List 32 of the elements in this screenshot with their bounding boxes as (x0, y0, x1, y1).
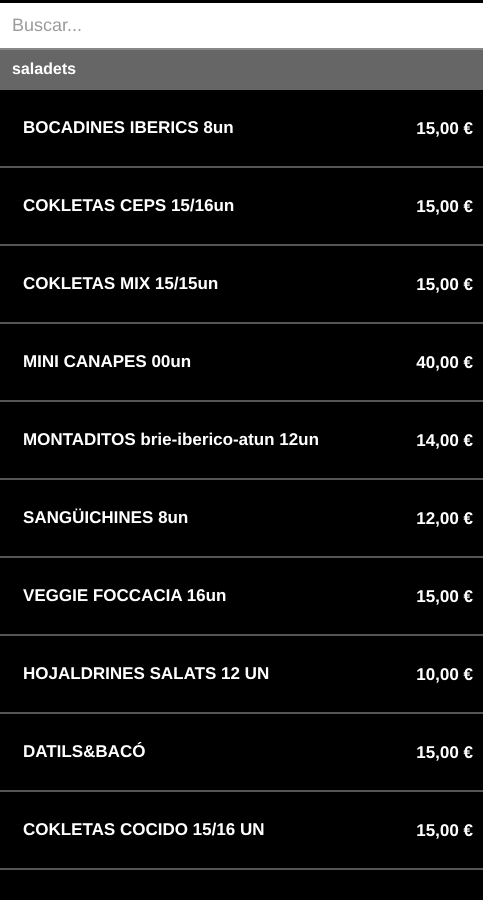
product-price: 15,00 € (416, 118, 473, 140)
product-name: MONTADITOS brie-iberico-atun 12un (23, 429, 319, 451)
search-field[interactable]: Buscar... (0, 3, 483, 50)
product-row[interactable]: VEGGIE FOCCACIA 16un 15,00 € (0, 558, 483, 636)
product-name: HOJALDRINES SALATS 12 UN (23, 663, 270, 685)
product-price: 14,00 € (416, 430, 473, 452)
product-name: COKLETAS COCIDO 15/16 UN (23, 819, 265, 841)
product-name: SANGÜICHINES 8un (23, 507, 188, 529)
product-row[interactable]: MINI CANAPES 00un 40,00 € (0, 324, 483, 402)
product-row[interactable]: COKLETAS CEPS 15/16un 15,00 € (0, 168, 483, 246)
product-row[interactable]: COKLETAS MIX 15/15un 15,00 € (0, 246, 483, 324)
product-price: 15,00 € (416, 274, 473, 296)
product-name: BOCADINES IBERICS 8un (23, 117, 234, 139)
product-price: 12,00 € (416, 508, 473, 530)
product-name: MINI CANAPES 00un (23, 351, 192, 373)
product-row[interactable]: BOCADINES IBERICS 8un 15,00 € (0, 90, 483, 168)
product-price: 15,00 € (416, 196, 473, 218)
product-price: 15,00 € (416, 586, 473, 608)
product-price: 10,00 € (416, 664, 473, 686)
product-price: 15,00 € (416, 820, 473, 842)
category-header: saladets (0, 50, 483, 90)
product-row[interactable]: COKLETAS COCIDO 15/16 UN 15,00 € (0, 792, 483, 870)
product-row[interactable]: MONTADITOS brie-iberico-atun 12un 14,00 € (0, 402, 483, 480)
product-price: 40,00 € (416, 352, 473, 374)
product-row[interactable]: DATILS&BACÓ 15,00 € (0, 714, 483, 792)
product-name: COKLETAS MIX 15/15un (23, 273, 218, 295)
product-row[interactable]: SANGÜICHINES 8un 12,00 € (0, 480, 483, 558)
product-name: VEGGIE FOCCACIA 16un (23, 585, 226, 607)
product-price: 15,00 € (416, 742, 473, 764)
product-row[interactable]: HOJALDRINES SALATS 12 UN 10,00 € (0, 636, 483, 714)
product-name: DATILS&BACÓ (23, 741, 146, 763)
product-name: COKLETAS CEPS 15/16un (23, 195, 234, 217)
